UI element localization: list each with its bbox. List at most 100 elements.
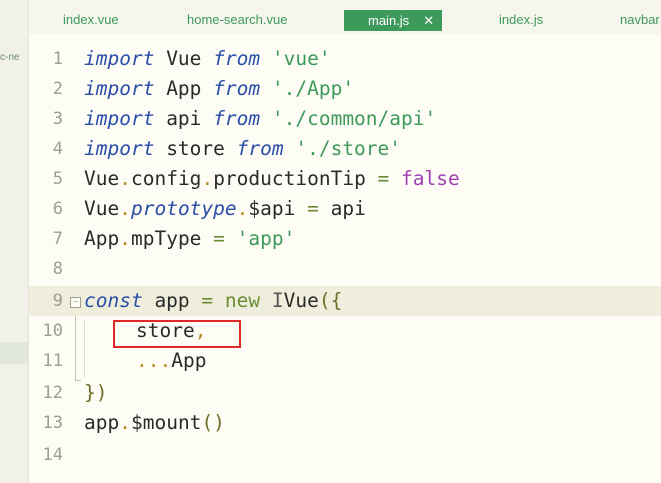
identifier: App <box>84 227 120 250</box>
identifier: mpType <box>130 227 202 250</box>
line-number: 8 <box>52 259 63 279</box>
string-literal: './App' <box>271 77 355 100</box>
dot: . <box>119 411 131 434</box>
line-number: 14 <box>42 445 63 465</box>
tab-index-js[interactable]: index.js <box>499 9 543 31</box>
keyword-import: import <box>84 137 155 160</box>
line-number: 1 <box>52 49 63 69</box>
keyword-from: from <box>213 47 261 70</box>
dot: . <box>119 227 131 250</box>
line-number: 10 <box>42 321 63 341</box>
code-line[interactable]: 11 ...App <box>29 346 661 376</box>
brace-close: } <box>84 381 96 404</box>
text-cursor-icon: I <box>271 289 284 312</box>
code-line[interactable]: 14 <box>29 440 661 470</box>
identifier: store <box>154 137 237 160</box>
line-number: 6 <box>52 199 63 219</box>
identifier: App <box>154 77 214 100</box>
line-number: 12 <box>42 383 63 403</box>
code-text: const app = new IVue({ <box>84 286 342 316</box>
identifier: Vue <box>84 167 120 190</box>
identifier: $mount <box>130 411 202 434</box>
tab-home-search-vue[interactable]: home-search.vue <box>187 9 287 31</box>
line-number: 5 <box>52 169 63 189</box>
code-text: import api from './common/api' <box>84 104 436 134</box>
identifier: api <box>154 107 214 130</box>
code-text: App.mpType = 'app' <box>84 224 295 254</box>
line-number: 4 <box>52 139 63 159</box>
identifier: app <box>142 289 202 312</box>
code-line[interactable]: 6 Vue.prototype.$api = api <box>29 194 661 224</box>
code-text: }) <box>84 378 108 408</box>
tab-main-js-label: main.js <box>368 13 410 28</box>
paren: ( <box>318 289 331 312</box>
dot: . <box>119 167 131 190</box>
line-number: 7 <box>52 229 63 249</box>
close-icon[interactable]: ✕ <box>423 13 434 28</box>
identifier: $api <box>248 197 296 220</box>
sidebar-selected-row[interactable] <box>0 342 28 364</box>
dot: . <box>236 197 249 220</box>
boolean-literal: false <box>401 167 460 190</box>
paren: () <box>201 411 225 434</box>
keyword-import: import <box>84 47 155 70</box>
identifier: App <box>171 349 207 372</box>
code-line[interactable]: 5 Vue.config.productionTip = false <box>29 164 661 194</box>
code-text: Vue.prototype.$api = api <box>84 194 366 224</box>
code-line[interactable]: 4 import store from './store' <box>29 134 661 164</box>
code-editor[interactable]: 1 import Vue from 'vue' 2 import App fro… <box>29 34 661 483</box>
identifier: config <box>130 167 202 190</box>
keyword-from: from <box>236 137 284 160</box>
project-sidebar: c-ne <box>0 0 29 483</box>
line-number: 13 <box>42 413 63 433</box>
line-number: 2 <box>52 79 63 99</box>
brace-open: { <box>330 289 343 312</box>
code-text: Vue.config.productionTip = false <box>84 164 460 194</box>
dot: . <box>201 167 214 190</box>
code-text: app.$mount() <box>84 408 225 438</box>
string-literal: './common/api' <box>271 107 437 130</box>
identifier: api <box>330 197 366 220</box>
paren: ) <box>95 381 108 404</box>
string-literal: './store' <box>295 137 402 160</box>
code-line[interactable]: 13 app.$mount() <box>29 408 661 438</box>
identifier: productionTip <box>213 167 366 190</box>
identifier: Vue <box>84 197 120 220</box>
class-name: Vue <box>283 289 319 312</box>
line-number: 11 <box>42 351 63 371</box>
keyword-from: from <box>213 77 261 100</box>
code-line[interactable]: 8 <box>29 254 661 284</box>
annotation-highlight-box <box>113 320 241 348</box>
code-line[interactable]: 1 import Vue from 'vue' <box>29 44 661 74</box>
tab-navbar[interactable]: navbar <box>620 9 660 31</box>
string-literal: 'app' <box>236 227 296 250</box>
code-line[interactable]: 2 import App from './App' <box>29 74 661 104</box>
code-line[interactable]: 7 App.mpType = 'app' <box>29 224 661 254</box>
string-literal: 'vue' <box>271 47 331 70</box>
assign-operator: = <box>201 227 237 250</box>
property-prototype: prototype <box>130 197 237 220</box>
sidebar-folder-fragment[interactable]: c-ne <box>0 52 19 63</box>
code-line-current[interactable]: 9 const app = new IVue({ <box>29 286 661 316</box>
dot: . <box>119 197 131 220</box>
fold-toggle-icon[interactable]: − <box>70 297 81 308</box>
assign-operator: = <box>201 289 214 312</box>
keyword-import: import <box>84 77 155 100</box>
tab-main-js[interactable]: main.js ✕ <box>344 10 443 31</box>
keyword-from: from <box>213 107 261 130</box>
identifier: Vue <box>154 47 214 70</box>
keyword-const: const <box>84 289 143 312</box>
tab-index-vue[interactable]: index.vue <box>63 9 119 31</box>
code-text: ...App <box>136 346 206 376</box>
code-text: import App from './App' <box>84 74 354 104</box>
code-line[interactable]: 3 import api from './common/api' <box>29 104 661 134</box>
keyword-import: import <box>84 107 155 130</box>
editor-tab-bar: index.vue home-search.vue main.js ✕ index… <box>29 0 661 34</box>
assign-operator: = <box>365 167 402 190</box>
code-line[interactable]: 12 }) <box>29 378 661 408</box>
